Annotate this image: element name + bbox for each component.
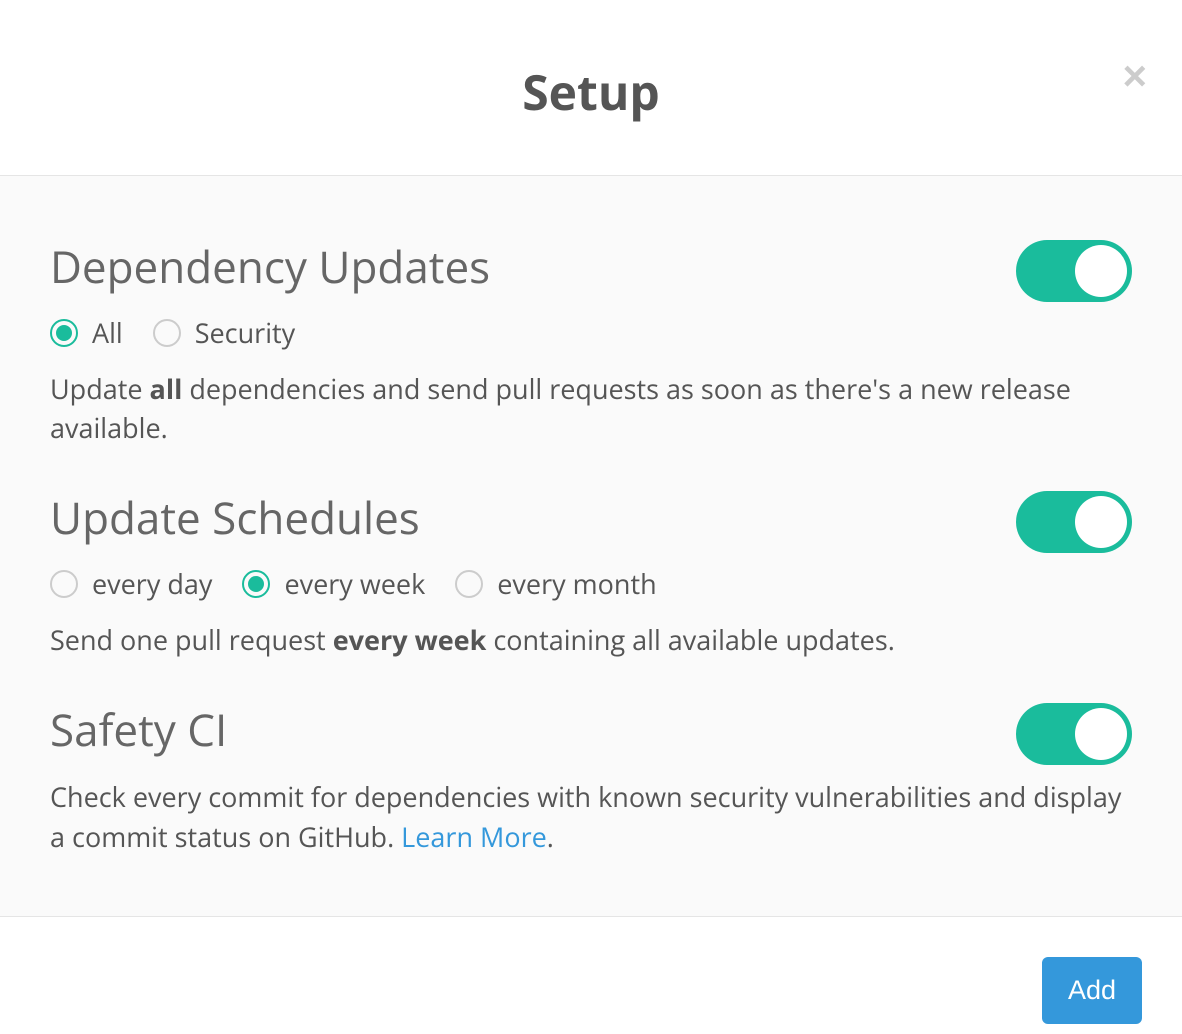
description-dependency-updates: Update all dependencies and send pull re… [50, 369, 1132, 447]
modal-footer: Add [0, 917, 1182, 1034]
radio-label: every month [497, 565, 656, 602]
description-bold: every week [333, 621, 487, 658]
description-text: Update [50, 370, 150, 407]
radio-icon [50, 570, 78, 598]
radio-group-dependency-updates: All Security [50, 314, 490, 351]
add-button[interactable]: Add [1042, 957, 1142, 1024]
radio-label: every week [284, 565, 425, 602]
section-safety-ci: Safety CI Check every commit for depende… [50, 699, 1132, 855]
section-title-safety-ci: Safety CI [50, 699, 227, 759]
learn-more-link[interactable]: Learn More [401, 818, 547, 855]
description-text: Send one pull request [50, 621, 333, 658]
modal-body: Dependency Updates All Security Update a… [0, 176, 1182, 917]
description-text: containing all available updates. [486, 621, 894, 658]
close-button[interactable]: × [1122, 55, 1147, 97]
toggle-update-schedules[interactable] [1016, 491, 1132, 553]
toggle-knob [1075, 708, 1127, 760]
section-title-dependency-updates: Dependency Updates [50, 236, 490, 296]
section-update-schedules: Update Schedules every day every week ev… [50, 487, 1132, 659]
toggle-dependency-updates[interactable] [1016, 240, 1132, 302]
modal-header: Setup × [0, 0, 1182, 176]
description-safety-ci: Check every commit for dependencies with… [50, 777, 1132, 855]
toggle-knob [1075, 496, 1127, 548]
radio-icon [455, 570, 483, 598]
description-text: . [547, 818, 554, 855]
radio-option-every-week[interactable]: every week [242, 565, 425, 602]
section-dependency-updates: Dependency Updates All Security Update a… [50, 236, 1132, 447]
radio-icon [50, 319, 78, 347]
description-text: dependencies and send pull requests as s… [50, 370, 1071, 446]
description-text: Check every commit for dependencies with… [50, 778, 1121, 854]
section-header: Update Schedules every day every week ev… [50, 487, 1132, 620]
description-bold: all [150, 370, 183, 407]
section-title-update-schedules: Update Schedules [50, 487, 657, 547]
radio-icon [153, 319, 181, 347]
radio-label: Security [195, 314, 295, 351]
radio-label: every day [92, 565, 212, 602]
radio-icon [242, 570, 270, 598]
radio-option-security[interactable]: Security [153, 314, 295, 351]
toggle-safety-ci[interactable] [1016, 703, 1132, 765]
radio-group-update-schedules: every day every week every month [50, 565, 657, 602]
close-icon: × [1122, 52, 1147, 99]
section-header: Dependency Updates All Security [50, 236, 1132, 369]
radio-option-every-month[interactable]: every month [455, 565, 656, 602]
radio-option-all[interactable]: All [50, 314, 123, 351]
modal-title: Setup [50, 60, 1132, 125]
section-header: Safety CI [50, 699, 1132, 777]
radio-label: All [92, 314, 123, 351]
radio-option-every-day[interactable]: every day [50, 565, 212, 602]
description-update-schedules: Send one pull request every week contain… [50, 620, 1132, 659]
toggle-knob [1075, 245, 1127, 297]
